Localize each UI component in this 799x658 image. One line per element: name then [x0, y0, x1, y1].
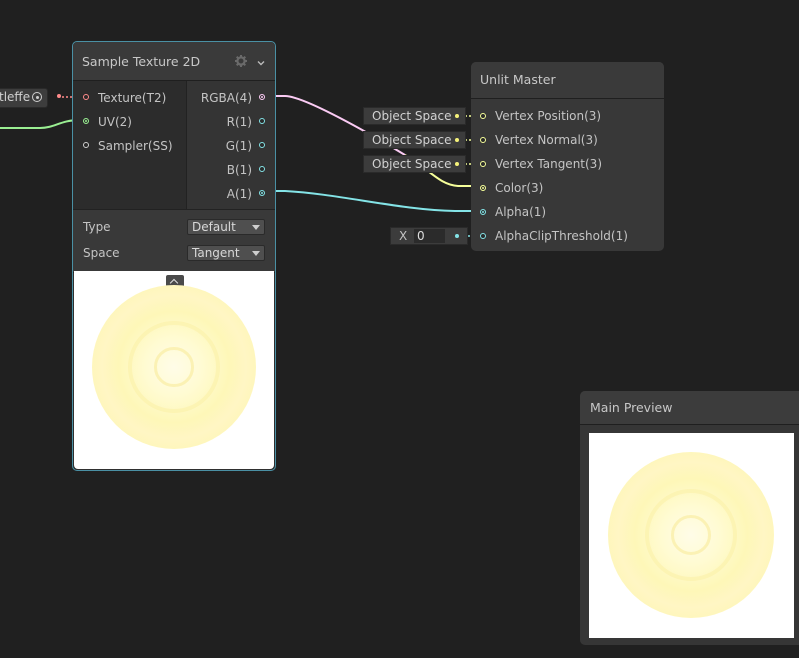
b-output-port[interactable]: [259, 166, 265, 172]
texture-property-label: tleffe: [0, 90, 31, 104]
space-dropdown-value: Tangent: [192, 246, 240, 260]
node-preview: [74, 271, 274, 469]
wire-alpha: [264, 190, 478, 212]
node-header[interactable]: Sample Texture 2D: [73, 42, 275, 81]
type-dropdown-value: Default: [192, 220, 236, 234]
r-output-port[interactable]: [259, 118, 265, 124]
alpha-port[interactable]: [480, 209, 486, 215]
node-title: Sample Texture 2D: [82, 54, 201, 69]
vertex-normal-port[interactable]: [480, 137, 486, 143]
space-label: Space: [83, 246, 120, 260]
port-dot: [455, 162, 459, 166]
object-space-label: Object Space: [372, 157, 452, 171]
color-label: Color(3): [495, 181, 544, 195]
vertex-tangent-label: Vertex Tangent(3): [495, 157, 602, 171]
alpha-clip-threshold-port[interactable]: [480, 233, 486, 239]
g-output-label: G(1): [225, 139, 252, 153]
object-space-label: Object Space: [372, 109, 452, 123]
type-dropdown[interactable]: Default: [187, 219, 265, 235]
sampler-input-port[interactable]: [83, 142, 89, 148]
port-dot: [455, 114, 459, 118]
unlit-master-node[interactable]: Unlit Master Vertex Position(3) Vertex N…: [471, 62, 664, 251]
vertex-position-space-field[interactable]: Object Space: [363, 107, 466, 125]
chevron-down-icon[interactable]: [257, 56, 265, 66]
dropdown-arrow-icon: [252, 225, 260, 230]
texture-input-label: Texture(T2): [98, 91, 167, 105]
port-dot: [455, 234, 459, 238]
vertex-position-label: Vertex Position(3): [495, 109, 602, 123]
vertex-tangent-port[interactable]: [480, 161, 486, 167]
sampler-input-label: Sampler(SS): [98, 139, 173, 153]
main-preview-render: [608, 452, 774, 618]
port-dot: [455, 138, 459, 142]
a-output-port[interactable]: [259, 190, 265, 196]
texture-property-port-dot[interactable]: [57, 94, 61, 98]
rgba-output-label: RGBA(4): [200, 91, 252, 105]
color-port[interactable]: [480, 185, 486, 191]
type-label: Type: [83, 220, 111, 234]
uv-input-port[interactable]: [83, 118, 89, 124]
dropdown-arrow-icon: [252, 251, 260, 256]
main-preview-viewport[interactable]: [589, 433, 794, 638]
main-preview-header[interactable]: Main Preview: [580, 391, 799, 425]
sample-texture-2d-node[interactable]: Sample Texture 2D Texture(T2) UV(2) Samp…: [72, 41, 276, 471]
space-dropdown[interactable]: Tangent: [187, 245, 265, 261]
x-axis-label: X: [399, 229, 408, 243]
vertex-normal-space-field[interactable]: Object Space: [363, 131, 466, 149]
preview-texture-image: [92, 285, 256, 449]
alpha-clip-threshold-label: AlphaClipThreshold(1): [495, 229, 628, 243]
main-preview-panel[interactable]: Main Preview: [580, 391, 799, 645]
rgba-output-port[interactable]: [259, 94, 265, 100]
node-settings: Type Default Space Tangent: [73, 209, 275, 273]
main-preview-title: Main Preview: [590, 400, 673, 415]
vertex-tangent-space-field[interactable]: Object Space: [363, 155, 466, 173]
node-header[interactable]: Unlit Master: [471, 62, 664, 99]
gear-icon[interactable]: [235, 55, 247, 67]
texture-property-pill[interactable]: tleffe: [0, 88, 48, 108]
object-space-label: Object Space: [372, 133, 452, 147]
b-output-label: B(1): [226, 163, 252, 177]
vertex-position-port[interactable]: [480, 113, 486, 119]
g-output-port[interactable]: [259, 142, 265, 148]
target-icon[interactable]: [32, 92, 42, 102]
a-output-label: A(1): [226, 187, 252, 201]
vertex-normal-label: Vertex Normal(3): [495, 133, 598, 147]
alpha-clip-value-input[interactable]: 0: [414, 229, 445, 243]
node-title: Unlit Master: [480, 72, 556, 87]
r-output-label: R(1): [226, 115, 252, 129]
texture-input-port[interactable]: [83, 94, 89, 100]
alpha-label: Alpha(1): [495, 205, 547, 219]
uv-input-label: UV(2): [98, 115, 132, 129]
